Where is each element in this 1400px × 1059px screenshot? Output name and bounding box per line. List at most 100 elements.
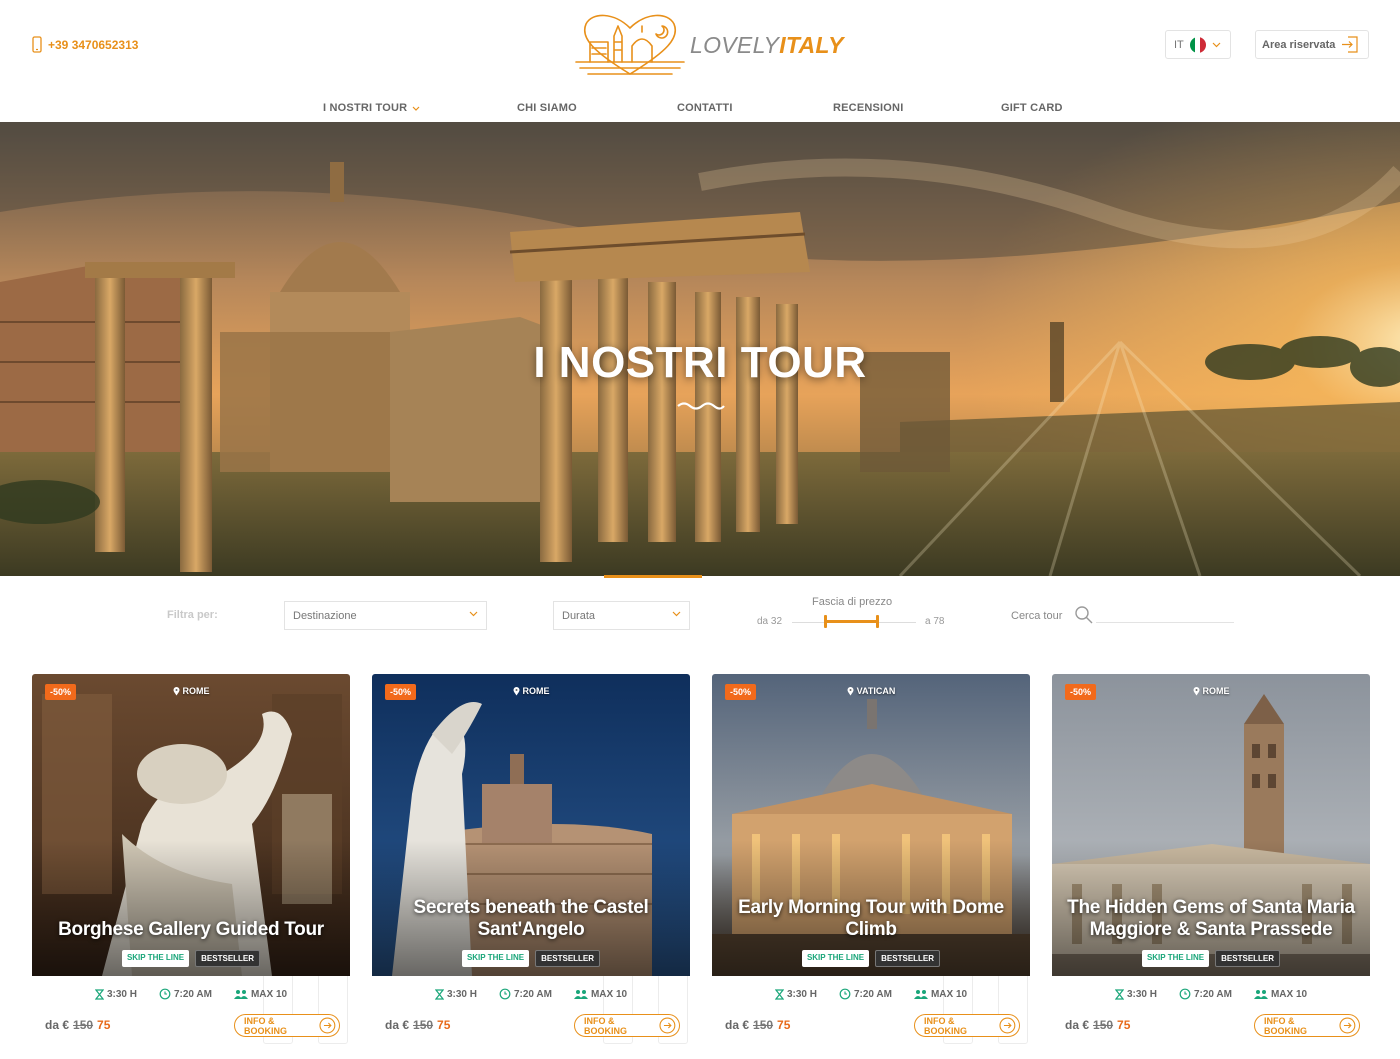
group-icon [1253, 990, 1268, 999]
chevron-down-icon [1212, 42, 1221, 47]
info-booking-button[interactable]: INFO & BOOKING [574, 1014, 680, 1037]
chevron-down-icon [469, 611, 478, 617]
bestseller-tag: BESTSELLER [1215, 950, 1281, 967]
search-label: Cerca tour [1011, 610, 1063, 622]
duration-info: 3:30 H [94, 988, 137, 1000]
clock-icon [159, 988, 171, 1000]
tour-card[interactable]: -50% ROME The Hidden Gems of Santa Maria… [1052, 674, 1370, 1044]
bestseller-tag: BESTSELLER [535, 950, 601, 967]
arrow-right-circle-icon [659, 1017, 676, 1034]
group-icon [233, 990, 248, 999]
main-nav: I NOSTRI TOUR CHI SIAMO CONTATTI RECENSI… [0, 102, 1400, 118]
search-icon[interactable] [1074, 605, 1094, 625]
wave-divider-icon [677, 402, 725, 410]
reserved-area-button[interactable]: Area riservata [1255, 30, 1369, 59]
group-icon [913, 990, 928, 999]
site-logo[interactable]: LOVELYITALY [574, 12, 844, 78]
duration-select[interactable]: Durata [553, 601, 690, 630]
price-range-title: Fascia di prezzo [812, 596, 893, 608]
price-max-label: a 78 [925, 616, 945, 627]
price-slider-range [826, 620, 878, 623]
info-booking-button[interactable]: INFO & BOOKING [914, 1014, 1020, 1037]
bestseller-tag: BESTSELLER [195, 950, 261, 967]
hourglass-icon [434, 988, 444, 1000]
map-pin-icon [847, 686, 854, 695]
language-selector[interactable]: IT [1165, 30, 1231, 59]
tour-title[interactable]: Secrets beneath the Castel Sant'Angelo [386, 897, 676, 941]
italy-flag-icon [1189, 36, 1206, 53]
arrow-right-circle-icon [1339, 1017, 1356, 1034]
tour-title[interactable]: Early Morning Tour with Dome Climb [726, 897, 1016, 941]
hourglass-icon [1114, 988, 1124, 1000]
clock-icon [499, 988, 511, 1000]
bestseller-tag: BESTSELLER [875, 950, 941, 967]
hourglass-icon [774, 988, 784, 1000]
new-price: 75 [97, 1018, 111, 1032]
group-icon [573, 990, 588, 999]
clock-icon [1179, 988, 1191, 1000]
arrow-right-circle-icon [999, 1017, 1016, 1034]
nav-item-tours-label: I NOSTRI TOUR [323, 102, 408, 114]
group-size-info: MAX 10 [913, 988, 967, 1000]
tour-meta: 3:30 H 7:20 AM MAX 10 [372, 988, 690, 1000]
duration-info: 3:30 H [1114, 988, 1157, 1000]
old-price: 150 [73, 1018, 94, 1032]
login-icon [1342, 36, 1358, 53]
tour-title[interactable]: The Hidden Gems of Santa Maria Maggiore … [1066, 897, 1356, 941]
new-price: 75 [437, 1018, 451, 1032]
map-pin-icon [513, 686, 519, 695]
tour-price: da € 150 75 [385, 1018, 451, 1032]
new-price: 75 [777, 1018, 791, 1032]
tour-card[interactable]: -50% ROME Borghese Gallery Guided Tour S… [32, 674, 350, 1044]
tour-price: da € 150 75 [1065, 1018, 1131, 1032]
group-size-info: MAX 10 [573, 988, 627, 1000]
tour-card[interactable]: -50% ROME Secrets beneath the Castel San… [372, 674, 690, 1044]
skip-the-line-tag: SKIP THE LINE [801, 950, 870, 967]
clock-icon [839, 988, 851, 1000]
nav-item-gift-card[interactable]: GIFT CARD [1001, 102, 1063, 114]
tour-price: da € 150 75 [45, 1018, 111, 1032]
filter-label: Filtra per: [167, 609, 218, 621]
info-booking-button[interactable]: INFO & BOOKING [1254, 1014, 1360, 1037]
destination-select-value: Destinazione [293, 609, 357, 622]
old-price: 150 [413, 1018, 434, 1032]
destination-select[interactable]: Destinazione [284, 601, 487, 630]
reserved-area-label: Area riservata [1262, 38, 1336, 51]
filter-bar: Filtra per: Destinazione Durata Fascia d… [0, 578, 1400, 658]
search-input[interactable] [1096, 622, 1234, 623]
start-time-info: 7:20 AM [1179, 988, 1232, 1000]
tour-meta: 3:30 H 7:20 AM MAX 10 [712, 988, 1030, 1000]
map-pin-icon [173, 686, 179, 695]
nav-item-contacts[interactable]: CONTATTI [677, 102, 733, 114]
chevron-down-icon [672, 611, 681, 617]
new-price: 75 [1117, 1018, 1131, 1032]
skip-the-line-tag: SKIP THE LINE [1141, 950, 1210, 967]
group-size-info: MAX 10 [1253, 988, 1307, 1000]
info-booking-button[interactable]: INFO & BOOKING [234, 1014, 340, 1037]
price-slider-min-handle[interactable] [824, 615, 827, 628]
old-price: 150 [753, 1018, 774, 1032]
tour-card[interactable]: -50% VATICAN Early Morning Tour with Dom… [712, 674, 1030, 1044]
group-size-info: MAX 10 [233, 988, 287, 1000]
phone-number: +39 3470652313 [48, 37, 139, 52]
tour-tags: SKIP THE LINE BESTSELLER [32, 950, 350, 967]
tour-title[interactable]: Borghese Gallery Guided Tour [46, 919, 336, 941]
nav-item-reviews[interactable]: RECENSIONI [833, 102, 903, 114]
location-label: ROME [32, 686, 350, 696]
site-header: +39 3470652313 LOVELYITALY IT Area riser… [0, 0, 1400, 122]
nav-item-about[interactable]: CHI SIAMO [517, 102, 577, 114]
phone-link[interactable]: +39 3470652313 [32, 36, 138, 53]
start-time-info: 7:20 AM [499, 988, 552, 1000]
nav-item-tours[interactable]: I NOSTRI TOUR [323, 102, 420, 114]
hero-banner: I NOSTRI TOUR [0, 122, 1400, 576]
tour-meta: 3:30 H 7:20 AM MAX 10 [1052, 988, 1370, 1000]
tour-tags: SKIP THE LINE BESTSELLER [712, 950, 1030, 967]
price-slider-max-handle[interactable] [876, 615, 879, 628]
duration-select-value: Durata [562, 609, 596, 622]
start-time-info: 7:20 AM [839, 988, 892, 1000]
tour-price: da € 150 75 [725, 1018, 791, 1032]
language-code: IT [1174, 38, 1184, 51]
location-label: ROME [372, 686, 690, 696]
hourglass-icon [94, 988, 104, 1000]
skip-the-line-tag: SKIP THE LINE [461, 950, 530, 967]
